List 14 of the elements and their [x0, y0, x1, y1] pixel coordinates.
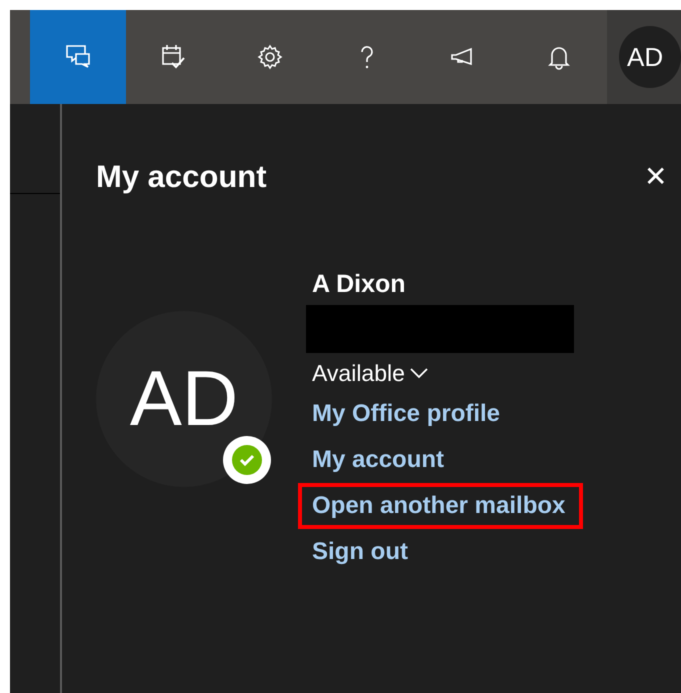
chevron-down-icon — [408, 366, 429, 378]
avatar-button[interactable]: AD — [619, 26, 681, 88]
toolbar-button[interactable] — [30, 10, 126, 104]
account-link[interactable]: Open another mailbox — [312, 488, 566, 524]
settings-icon — [256, 43, 284, 71]
status-dropdown[interactable]: Available — [312, 354, 429, 390]
close-button[interactable]: ✕ — [640, 163, 671, 192]
avatar: AD — [96, 310, 272, 486]
panel-title: My account — [96, 158, 267, 196]
account-link[interactable]: My account — [312, 442, 444, 478]
account-link[interactable]: My Office profile — [312, 396, 500, 432]
presence-icon — [222, 434, 272, 484]
account-link[interactable]: Sign out — [312, 534, 408, 570]
user-name: A Dixon — [312, 268, 407, 300]
